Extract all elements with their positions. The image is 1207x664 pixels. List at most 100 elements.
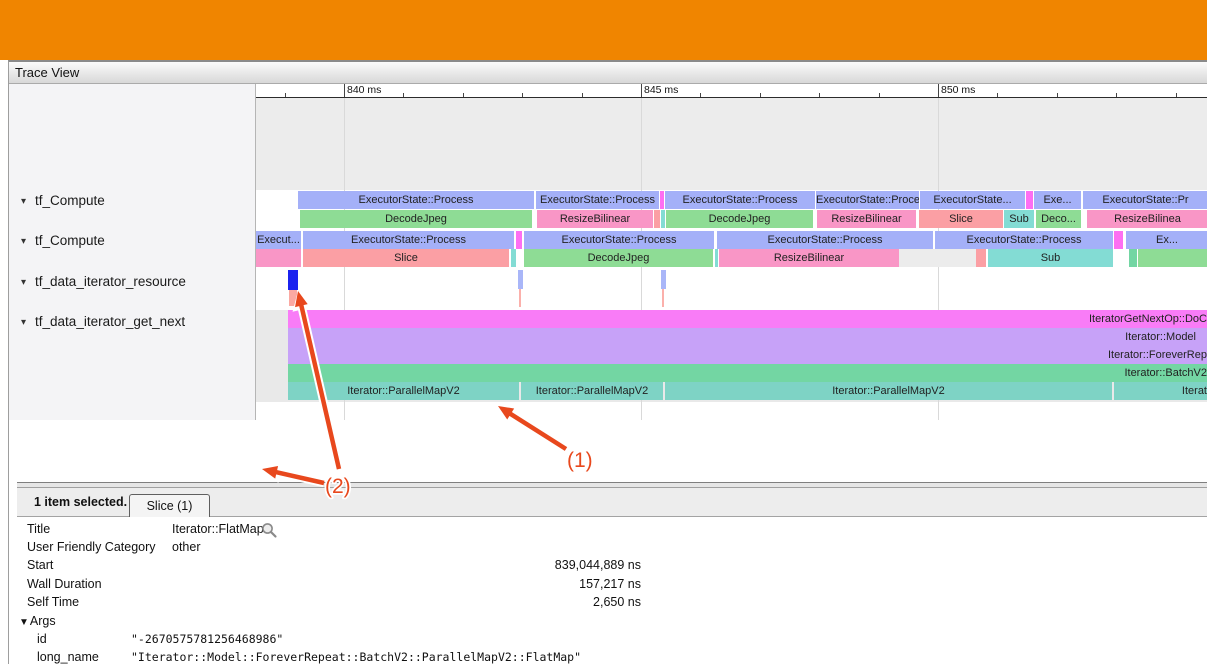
ruler-tick-label: 850 ms <box>941 84 975 96</box>
trace-slice[interactable]: ExecutorState::Process <box>816 191 919 209</box>
trace-slice-marker[interactable] <box>662 289 664 307</box>
trace-slice[interactable]: IteratorGetNextOp::DoC <box>288 310 1207 328</box>
sidebar-track-0[interactable]: ▾tf_Compute <box>21 192 105 209</box>
trace-slice-marker[interactable] <box>518 270 523 289</box>
trace-slice[interactable] <box>1129 249 1137 267</box>
ruler-minor-tick <box>760 93 761 97</box>
trace-slice[interactable]: ResizeBilinear <box>537 210 653 228</box>
trace-slice[interactable] <box>1026 191 1033 209</box>
trace-slice[interactable]: Execut... <box>256 231 301 249</box>
trace-slice[interactable] <box>976 249 986 267</box>
trace-slice[interactable] <box>654 210 660 228</box>
trace-slice-marker[interactable] <box>289 290 297 306</box>
trace-slice[interactable]: ExecutorState::Process <box>303 231 514 249</box>
trace-slice[interactable]: ExecutorState::Process <box>536 191 659 209</box>
trace-slice[interactable] <box>516 231 522 249</box>
trace-slice-marker[interactable] <box>661 270 666 289</box>
args-label: Args <box>30 614 56 628</box>
ruler-major-tick: 845 ms <box>641 84 642 97</box>
magnifier-icon[interactable] <box>261 522 278 539</box>
trace-slice[interactable]: ExecutorState::Process <box>524 231 714 249</box>
detail-value: Iterator::FlatMap <box>172 520 264 538</box>
screenshot-page: Trace View ▾tf_Compute▾tf_Compute▾tf_dat… <box>0 0 1207 664</box>
trace-slice[interactable]: DecodeJpeg <box>524 249 713 267</box>
timeline: 840 ms 845 ms 850 ms ExecutorState::Proces… <box>256 84 1207 420</box>
trace-slice[interactable] <box>715 249 718 267</box>
trace-slice[interactable] <box>1138 249 1207 267</box>
detail-label: Title <box>27 520 50 538</box>
ruler-minor-tick <box>1057 93 1058 97</box>
browser-top-bar <box>0 0 1207 60</box>
tab-slice[interactable]: Slice (1) <box>129 494 210 517</box>
trace-slice[interactable]: ResizeBilinear <box>817 210 916 228</box>
trace-slice[interactable]: Slice <box>919 210 1003 228</box>
trace-view-titlebar: Trace View <box>9 62 1207 84</box>
trace-slice[interactable]: Ex... <box>1126 231 1207 249</box>
trace-slice[interactable]: DecodeJpeg <box>666 210 813 228</box>
ruler-minor-tick <box>522 93 523 97</box>
analysis-panel-titlebar: 1 item selected. Slice (1) <box>17 488 1207 517</box>
ruler-minor-tick <box>997 93 998 97</box>
timeline-canvas[interactable]: ExecutorState::ProcessExecutorState::Pro… <box>256 98 1207 420</box>
trace-slice[interactable]: Iterator::BatchV2 <box>288 364 1207 382</box>
sidebar-track-1[interactable]: ▾tf_Compute <box>21 232 105 249</box>
trace-slice[interactable]: Sub <box>988 249 1113 267</box>
trace-slice[interactable]: ResizeBilinea <box>1087 210 1207 228</box>
trace-slice[interactable] <box>661 210 665 228</box>
detail-value: 2,650 ns <box>317 593 641 611</box>
trace-slice[interactable]: ExecutorState::Process <box>935 231 1113 249</box>
sidebar-track-3[interactable]: ▾ tf_data_iterator_get_next <box>21 313 185 330</box>
trace-slice[interactable]: ExecutorState... <box>920 191 1025 209</box>
trace-slice[interactable] <box>899 249 976 267</box>
trace-slice[interactable] <box>511 249 516 267</box>
trace-slice[interactable]: Iterator::ParallelMapV2 <box>521 382 663 400</box>
trace-slice[interactable]: Deco... <box>1036 210 1081 228</box>
trace-slice[interactable]: ExecutorState::Process <box>665 191 815 209</box>
trace-slice-marker[interactable] <box>288 270 298 290</box>
trace-slice[interactable]: Slice <box>303 249 509 267</box>
collapse-triangle-icon[interactable]: ▾ <box>21 277 26 288</box>
ruler-tick-label: 845 ms <box>644 84 678 96</box>
collapse-triangle-icon[interactable]: ▾ <box>21 196 26 207</box>
trace-slice[interactable]: Iterat <box>1114 382 1207 400</box>
trace-slice[interactable]: Iterator::ParallelMapV2 <box>665 382 1112 400</box>
arg-value: "-2670575781256468986" <box>131 630 283 648</box>
trace-view-title: Trace View <box>15 65 79 80</box>
collapse-triangle-icon[interactable]: ▾ <box>21 317 26 328</box>
args-collapse-triangle-icon[interactable]: ▼ <box>19 617 29 628</box>
ruler-minor-tick <box>1176 93 1177 97</box>
args-section-header[interactable]: ▼Args <box>19 612 56 630</box>
trace-slice[interactable]: ExecutorState::Process <box>717 231 933 249</box>
detail-value: 157,217 ns <box>317 575 641 593</box>
trace-slice[interactable]: Exe... <box>1034 191 1081 209</box>
trace-slice[interactable]: ResizeBilinear <box>719 249 899 267</box>
detail-label: Wall Duration <box>27 575 102 593</box>
collapse-triangle-icon[interactable]: ▾ <box>21 236 26 247</box>
trace-slice[interactable]: ExecutorState::Pr <box>1083 191 1207 209</box>
track-name-label: tf_data_iterator_get_next <box>35 314 185 329</box>
ruler-minor-tick <box>582 93 583 97</box>
trace-slice[interactable]: DecodeJpeg <box>300 210 532 228</box>
track-name-sidebar: ▾tf_Compute▾tf_Compute▾tf_data_iterator_… <box>9 84 256 420</box>
ruler-major-tick: 850 ms <box>938 84 939 97</box>
trace-slice[interactable]: Iterator::ParallelMapV2 <box>288 382 519 400</box>
trace-slice[interactable] <box>1114 231 1123 249</box>
trace-slice[interactable] <box>660 191 664 209</box>
track-name-label: tf_data_iterator_resource <box>35 274 186 289</box>
trace-slice[interactable] <box>256 249 301 267</box>
time-ruler[interactable]: 840 ms 845 ms 850 ms <box>256 84 1207 98</box>
detail-row: User Friendly Categoryother <box>17 538 1207 556</box>
selection-status: 1 item selected. <box>34 488 127 516</box>
arg-key: long_name <box>37 648 99 664</box>
ruler-minor-tick <box>403 93 404 97</box>
trace-slice[interactable]: Iterator::ForeverRep <box>288 346 1207 364</box>
arg-row: id"-2670575781256468986" <box>17 630 1207 648</box>
trace-slice[interactable]: ExecutorState::Process <box>298 191 534 209</box>
detail-row: Title Iterator::FlatMap <box>17 520 1207 538</box>
trace-slice[interactable]: Sub <box>1004 210 1034 228</box>
sidebar-track-2[interactable]: ▾ tf_data_iterator_resource <box>21 273 186 290</box>
detail-label: Start <box>27 556 53 574</box>
ruler-major-tick: 840 ms <box>344 84 345 97</box>
trace-slice-marker[interactable] <box>519 289 521 307</box>
trace-slice[interactable]: Iterator::Model <box>288 328 1207 346</box>
